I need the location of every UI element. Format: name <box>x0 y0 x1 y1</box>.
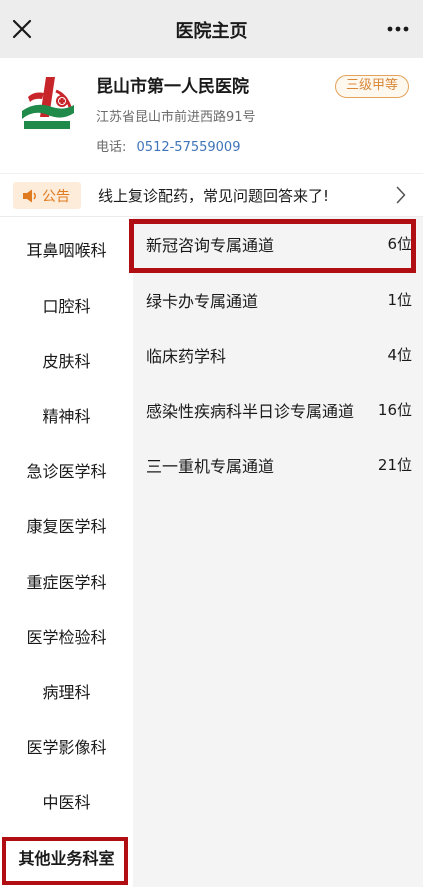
service-name: 临床药学科 <box>146 347 227 366</box>
sidebar-item-psychiatry[interactable]: 精神科 <box>0 389 133 445</box>
announcement-bar[interactable]: 公告 线上复诊配药，常见问题回答来了! <box>0 173 423 217</box>
doctor-count: 4位 <box>387 346 412 364</box>
service-name: 三一重机专属通道 <box>146 457 275 476</box>
sidebar-item-ent[interactable]: 耳鼻咽喉科 <box>0 223 133 279</box>
announcement-text[interactable]: 线上复诊配药，常见问题回答来了! <box>98 185 329 206</box>
announcement-tag: 公告 <box>13 182 81 209</box>
hospital-info-card: 昆山市第一人民医院 三级甲等 江苏省昆山市前进西路91号 电话: 0512-57… <box>0 58 423 173</box>
grade-badge: 三级甲等 <box>334 75 409 98</box>
doctor-count: 16位 <box>377 401 412 419</box>
sidebar-item-rehabilitation[interactable]: 康复医学科 <box>0 499 133 555</box>
announcement-tag-label: 公告 <box>42 189 70 205</box>
sidebar-item-icu[interactable]: 重症医学科 <box>0 555 133 611</box>
sidebar-item-emergency[interactable]: 急诊医学科 <box>0 444 133 500</box>
phone-label: 电话: <box>96 140 127 155</box>
list-item[interactable]: 三一重机专属通道 21位 <box>133 438 423 494</box>
list-item[interactable]: 绿卡办专属通道 1位 <box>133 273 423 329</box>
list-item[interactable]: 感染性疾病科半日诊专属通道 16位 <box>133 383 423 439</box>
phone-link[interactable]: 0512-57559009 <box>137 140 241 155</box>
hospital-logo <box>22 77 74 129</box>
service-list: 新冠咨询专属通道 6位 绿卡办专属通道 1位 临床药学科 4位 感染性疾病科半日… <box>129 217 423 887</box>
sidebar-item-dermatology[interactable]: 皮肤科 <box>0 334 133 390</box>
doctor-count: 1位 <box>387 291 412 309</box>
hospital-name: 昆山市第一人民医院 <box>96 77 249 97</box>
page-title: 医院主页 <box>175 21 248 42</box>
sidebar-item-dental[interactable]: 口腔科 <box>0 279 133 335</box>
chevron-right-icon[interactable] <box>396 186 406 204</box>
selected-service-highlight <box>129 219 416 273</box>
hospital-address: 江苏省昆山市前进西路91号 <box>96 110 256 125</box>
phone-row: 电话: 0512-57559009 <box>96 136 240 155</box>
selected-department-highlight <box>2 837 128 885</box>
list-item[interactable]: 新冠咨询专属通道 6位 <box>129 217 423 273</box>
speaker-icon <box>23 189 36 203</box>
sidebar-item-lab[interactable]: 医学检验科 <box>0 610 133 666</box>
department-sidebar: 耳鼻咽喉科 口腔科 皮肤科 精神科 急诊医学科 康复医学科 重症医学科 医学检验… <box>0 217 133 887</box>
service-name: 绿卡办专属通道 <box>146 292 259 311</box>
list-item[interactable]: 临床药学科 4位 <box>133 328 423 384</box>
service-name: 感染性疾病科半日诊专属通道 <box>146 402 355 421</box>
sidebar-item-pathology[interactable]: 病理科 <box>0 665 133 721</box>
sidebar-item-imaging[interactable]: 医学影像科 <box>0 720 133 776</box>
sidebar-item-tcm[interactable]: 中医科 <box>0 775 133 831</box>
navbar: 医院主页 <box>0 0 423 58</box>
more-dots-icon[interactable] <box>387 25 409 33</box>
doctor-count: 21位 <box>377 456 412 474</box>
